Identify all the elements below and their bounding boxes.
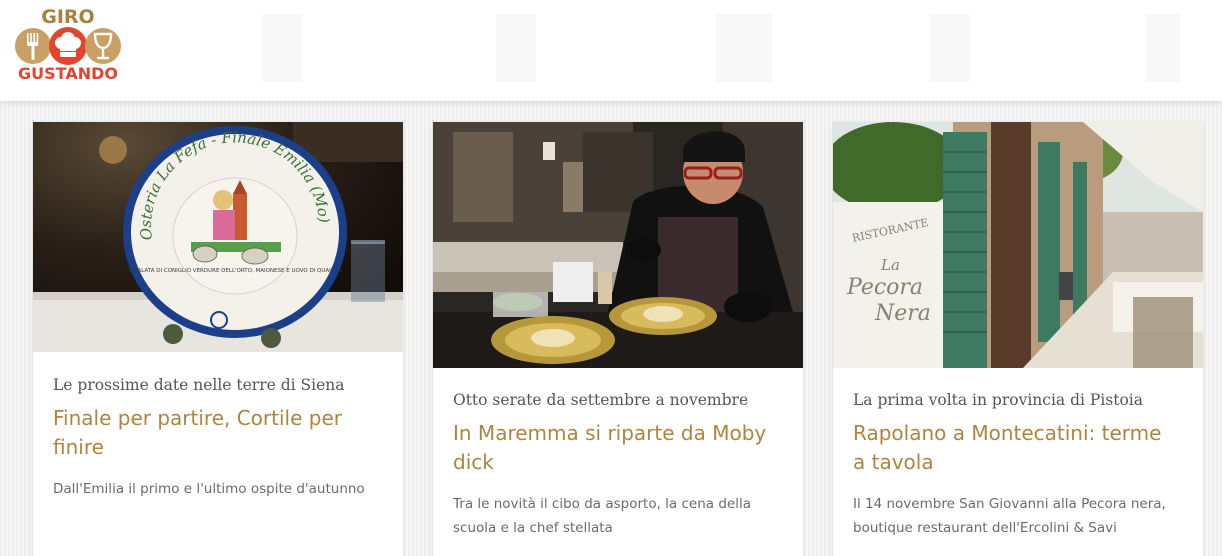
site-logo[interactable]: GIRO GUSTANDO bbox=[12, 6, 124, 86]
logo-text-bottom: GUSTANDO bbox=[18, 64, 118, 83]
site-header: GIRO GUSTANDO bbox=[0, 0, 1222, 101]
article-title[interactable]: In Maremma si riparte da Moby dick bbox=[453, 419, 773, 477]
article-image[interactable]: RISTORANTE La Pecora Nera bbox=[833, 122, 1203, 368]
plate-caption-text: INSALATA DI CONIGLIO VERDURE DELL'ORTO, … bbox=[128, 268, 342, 274]
menu-placeholder bbox=[496, 14, 536, 82]
article-description: Il 14 novembre San Giovanni alla Pecora … bbox=[853, 496, 1166, 536]
article-card[interactable]: Otto serate da settembre a novembre In M… bbox=[433, 122, 803, 556]
article-card[interactable]: Osteria La Fefa - Finale Emilia (Mo) INS… bbox=[33, 122, 403, 556]
article-kicker: Otto serate da settembre a novembre bbox=[453, 391, 749, 409]
article-kicker: La prima volta in provincia di Pistoia bbox=[853, 391, 1143, 409]
article-image[interactable]: Osteria La Fefa - Finale Emilia (Mo) INS… bbox=[33, 122, 403, 352]
article-card[interactable]: RISTORANTE La Pecora Nera La prima volta… bbox=[833, 122, 1203, 556]
sign-text: Pecora bbox=[846, 275, 923, 300]
article-image[interactable] bbox=[433, 122, 803, 368]
article-title[interactable]: Finale per partire, Cortile per finire bbox=[53, 404, 373, 462]
article-description: Tra le novità il cibo da asporto, la cen… bbox=[453, 496, 751, 536]
sign-text: La bbox=[880, 256, 900, 274]
menu-placeholder bbox=[716, 14, 772, 82]
article-description: Dall'Emilia il primo e l'ultimo ospite d… bbox=[53, 481, 365, 497]
logo-emblem bbox=[15, 27, 121, 65]
menu-placeholder bbox=[930, 14, 970, 82]
article-title[interactable]: Rapolano a Montecatini: terme a tavola bbox=[853, 419, 1173, 477]
article-kicker: Le prossime date nelle terre di Siena bbox=[53, 376, 345, 394]
menu-placeholder bbox=[1146, 14, 1180, 82]
menu-placeholder bbox=[262, 14, 302, 82]
sign-text: Nera bbox=[874, 301, 931, 326]
logo-text-top: GIRO bbox=[41, 6, 95, 28]
